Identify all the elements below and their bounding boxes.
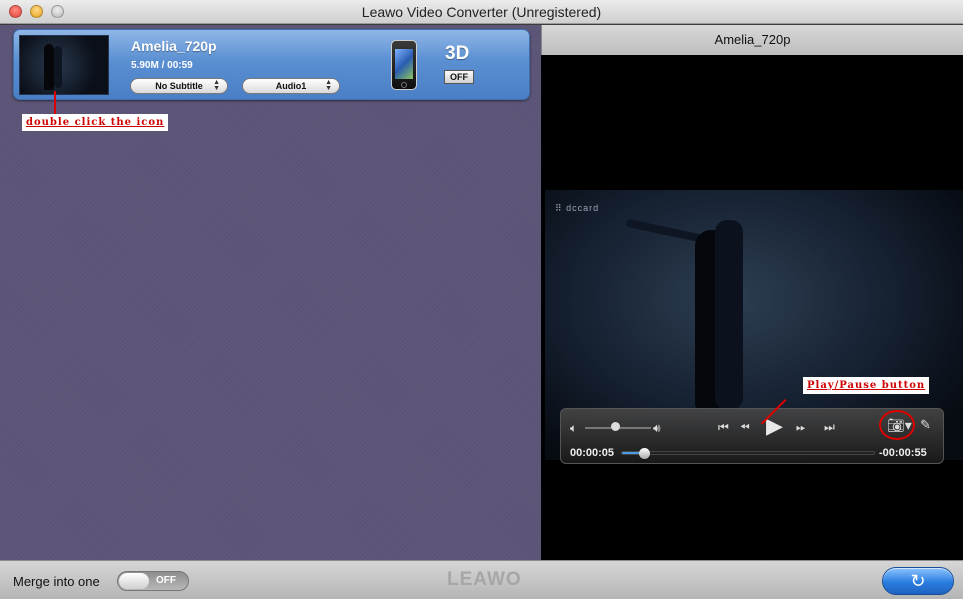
annotation-play-pause: Play/Pause button — [803, 377, 930, 394]
file-item[interactable]: Amelia_720p 5.90M / 00:59 No Subtitle ▲ ▼… — [13, 29, 530, 100]
merge-toggle-state: OFF — [156, 575, 176, 586]
annotation-double-click: double click the icon — [22, 114, 169, 131]
refresh-icon: ↻ — [910, 571, 926, 591]
merge-toggle[interactable]: OFF — [117, 571, 189, 591]
up-down-arrows-icon: ▲ ▼ — [325, 79, 332, 92]
video-figure — [715, 220, 743, 410]
volume-high-icon[interactable]: 🔊︎ — [653, 422, 661, 434]
window-title: Leawo Video Converter (Unregistered) — [361, 4, 602, 20]
rewind-icon[interactable]: ⏪︎ — [740, 421, 750, 433]
3d-label: 3D — [445, 43, 470, 64]
3d-toggle[interactable]: OFF — [444, 70, 474, 84]
audio-track-select[interactable]: Audio1 ▲ ▼ — [242, 78, 340, 94]
bottom-bar: Merge into one OFF LEAWO ↻ — [0, 560, 963, 599]
title-bar: Leawo Video Converter (Unregistered) — [0, 0, 963, 24]
video-watermark: ⠿ dccard — [555, 203, 600, 213]
video-thumbnail[interactable] — [19, 35, 109, 95]
edit-icon[interactable]: ✎ — [920, 418, 931, 431]
merge-toggle-knob — [119, 573, 149, 589]
file-list-panel: Amelia_720p 5.90M / 00:59 No Subtitle ▲ ▼… — [0, 25, 541, 560]
up-down-arrows-icon: ▲ ▼ — [213, 79, 220, 92]
merge-label: Merge into one — [13, 574, 100, 589]
remaining-time: -00:00:55 — [879, 447, 927, 459]
thumbnail-figure — [54, 46, 62, 88]
convert-button[interactable]: ↻ — [882, 567, 954, 595]
previous-chapter-icon[interactable]: ⏮︎ — [718, 421, 729, 433]
leawo-logo: LEAWO — [447, 569, 522, 590]
preview-title: Amelia_720p — [541, 25, 963, 55]
annotation-circle — [879, 410, 915, 440]
video-preview[interactable]: ⠿ dccard 🔈︎ 🔊︎ ⏮︎ ⏪︎ ▶ ⏩︎ ⏭︎ 📷︎▾ ✎ 00:00… — [541, 55, 963, 560]
phone-screen — [395, 49, 413, 79]
file-size-duration: 5.90M / 00:59 — [131, 60, 193, 71]
seek-bar-knob[interactable] — [639, 448, 651, 459]
next-chapter-icon[interactable]: ⏭︎ — [824, 421, 835, 433]
audio-select-value: Audio1 — [275, 81, 307, 91]
file-name: Amelia_720p — [131, 38, 217, 54]
volume-low-icon[interactable]: 🔈︎ — [570, 422, 577, 434]
phone-home-button — [401, 82, 407, 88]
subtitle-select[interactable]: No Subtitle ▲ ▼ — [130, 78, 228, 94]
current-time: 00:00:05 — [570, 447, 615, 459]
seek-bar[interactable] — [621, 448, 875, 459]
fast-forward-icon[interactable]: ⏩︎ — [796, 421, 806, 433]
iphone-icon[interactable] — [391, 40, 417, 90]
thumbnail-figure — [44, 44, 54, 90]
subtitle-select-value: No Subtitle — [155, 81, 203, 91]
volume-slider-knob[interactable] — [610, 422, 620, 431]
